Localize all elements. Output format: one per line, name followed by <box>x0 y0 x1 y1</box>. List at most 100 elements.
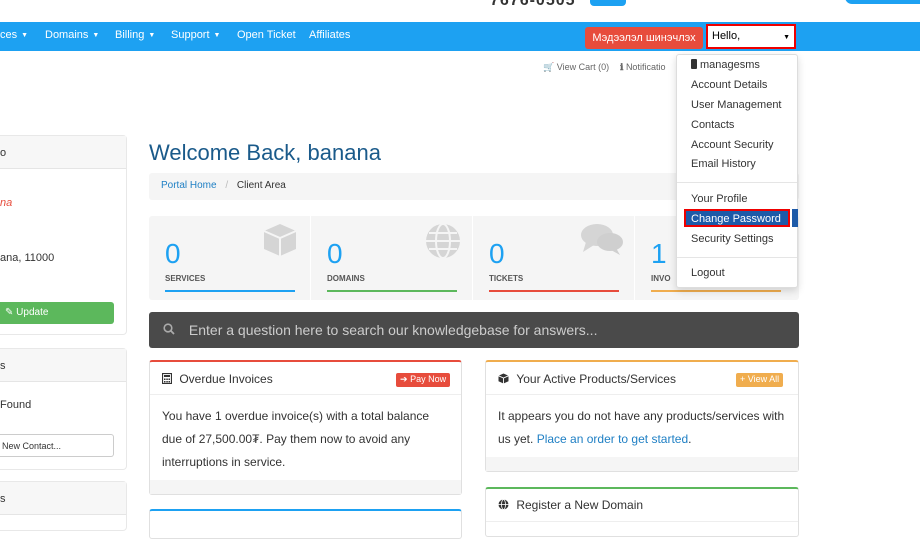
dropdown-item-security-settings[interactable]: Security Settings <box>691 233 774 245</box>
tile-domains-bar <box>327 290 457 292</box>
page-title: Welcome Back, banana <box>149 140 381 165</box>
cart-icon: 🛒 <box>543 62 555 72</box>
register-domain-card: Register a New Domain <box>485 487 799 537</box>
caret-down-icon: ▼ <box>213 32 221 39</box>
overdue-invoices-title: Overdue Invoices <box>179 372 273 386</box>
dropdown-item-managesms-label: managesms <box>700 59 760 71</box>
top-strip: 7676-0505 <box>0 0 920 22</box>
dropdown-divider <box>677 257 797 258</box>
sidebar-panel-third: s <box>0 481 127 531</box>
caret-down-icon: ▼ <box>21 32 29 39</box>
breadcrumb-current: Client Area <box>236 180 286 191</box>
view-all-label: View All <box>747 374 780 384</box>
register-domain-title: Register a New Domain <box>516 498 644 512</box>
globe-icon <box>424 222 462 265</box>
active-products-title: Your Active Products/Services <box>516 372 676 386</box>
tile-invoices-number: 1 <box>651 238 667 269</box>
active-products-body: It appears you do not have any products/… <box>486 395 798 461</box>
breadcrumb-portal-home[interactable]: Portal Home <box>161 180 217 191</box>
account-dropdown-menu: managesms Account Details User Managemen… <box>676 54 798 288</box>
notifications-label: Notificatio <box>625 62 666 72</box>
kb-search-placeholder: Enter a question here to search our know… <box>188 322 598 338</box>
tile-domains-label: DOMAINS <box>327 274 365 283</box>
overdue-invoices-card: Overdue Invoices ➔ Pay Now You have 1 ov… <box>149 360 462 495</box>
hello-select-value: Hello, <box>712 30 741 42</box>
sidebar-panel-third-heading: s <box>0 482 126 515</box>
place-order-link[interactable]: Place an order to get started <box>537 432 688 446</box>
select-arrow-icon: ▼ <box>783 34 790 41</box>
dropdown-item-managesms[interactable]: managesms <box>691 59 760 71</box>
dropdown-item-user-management[interactable]: User Management <box>691 99 782 111</box>
new-contact-button[interactable]: New Contact... <box>0 434 114 457</box>
nav-services-label: ces <box>0 29 18 41</box>
nav-billing-label: Billing <box>115 29 145 41</box>
tile-invoices-bar <box>651 290 781 292</box>
tile-services[interactable]: 0 SERVICES <box>149 216 311 300</box>
dropdown-item-your-profile[interactable]: Your Profile <box>691 193 747 205</box>
sidebar-contacts-empty: Found <box>0 399 32 411</box>
globe-icon <box>498 498 512 512</box>
phone-number: 7676-0505 <box>490 0 576 9</box>
info-icon: ℹ <box>620 62 624 72</box>
hello-account-select[interactable]: Hello, ▼ <box>706 24 796 49</box>
tile-services-number: 0 <box>165 238 181 269</box>
caret-down-icon: ▼ <box>92 32 100 39</box>
dropdown-active-accent <box>792 209 798 227</box>
sidebar-panel-info-heading: o <box>0 136 126 169</box>
pay-now-button[interactable]: ➔ Pay Now <box>396 373 451 387</box>
nav-domains-label: Domains <box>45 29 89 41</box>
nav-domains[interactable]: Domains ▼ <box>45 29 99 41</box>
view-all-button[interactable]: + View All <box>736 373 784 387</box>
notifications-link[interactable]: ℹ Notificatio <box>620 62 665 73</box>
active-products-card: Your Active Products/Services + View All… <box>485 360 799 472</box>
caret-down-icon: ▼ <box>148 32 156 39</box>
top-badge <box>590 0 626 6</box>
kb-search-input[interactable]: Enter a question here to search our know… <box>149 312 799 348</box>
tile-tickets-number: 0 <box>489 238 505 269</box>
comments-icon <box>580 222 624 261</box>
dropdown-item-account-details[interactable]: Account Details <box>691 79 767 91</box>
arrow-right-icon: ➔ <box>400 374 408 384</box>
nav-billing[interactable]: Billing ▼ <box>115 29 155 41</box>
mobile-icon <box>691 59 697 69</box>
top-pill-button[interactable] <box>845 0 920 4</box>
tile-tickets[interactable]: 0 TICKETS <box>473 216 635 300</box>
dropdown-item-change-password[interactable]: Change Password <box>684 209 790 227</box>
cube-icon <box>260 222 300 263</box>
tile-domains[interactable]: 0 DOMAINS <box>311 216 473 300</box>
tile-services-label: SERVICES <box>165 274 206 283</box>
dropdown-item-change-password-label: Change Password <box>691 213 781 225</box>
dropdown-divider <box>677 182 797 183</box>
tile-tickets-bar <box>489 290 619 292</box>
cube-icon <box>498 372 512 386</box>
nav-services[interactable]: ces ▼ <box>0 29 28 41</box>
overdue-invoices-header: Overdue Invoices ➔ Pay Now <box>150 362 461 395</box>
calculator-icon <box>161 372 175 386</box>
tile-tickets-label: TICKETS <box>489 274 524 283</box>
nav-support[interactable]: Support ▼ <box>171 29 220 41</box>
update-button-label: Update <box>16 307 49 318</box>
nav-support-label: Support <box>171 29 210 41</box>
dropdown-item-account-security[interactable]: Account Security <box>691 139 774 151</box>
tile-domains-number: 0 <box>327 238 343 269</box>
plus-icon: + <box>740 374 746 384</box>
view-cart-link[interactable]: 🛒 View Cart (0) <box>543 62 609 73</box>
active-products-footer <box>486 457 798 471</box>
update-button[interactable]: ✎ Update <box>0 302 114 324</box>
dropdown-item-logout[interactable]: Logout <box>691 267 725 279</box>
nav-open-ticket[interactable]: Open Ticket <box>237 29 296 41</box>
tile-invoices-label: INVO <box>651 274 671 283</box>
bottom-left-card <box>149 509 462 539</box>
sidebar-client-address: ana, 11000 <box>0 252 55 264</box>
sidebar-client-name: na <box>0 197 13 209</box>
info-update-button[interactable]: Мэдээлэл шинэчлэх <box>585 27 703 49</box>
nav-affiliates[interactable]: Affiliates <box>309 29 350 41</box>
dropdown-item-email-history[interactable]: Email History <box>691 158 756 170</box>
pencil-icon: ✎ <box>5 307 14 318</box>
view-cart-label: View Cart (0) <box>556 62 610 72</box>
search-icon <box>163 322 175 338</box>
overdue-invoices-footer <box>150 480 461 494</box>
breadcrumb-separator: / <box>225 180 229 191</box>
pay-now-label: Pay Now <box>410 374 447 384</box>
dropdown-item-contacts[interactable]: Contacts <box>691 119 734 131</box>
